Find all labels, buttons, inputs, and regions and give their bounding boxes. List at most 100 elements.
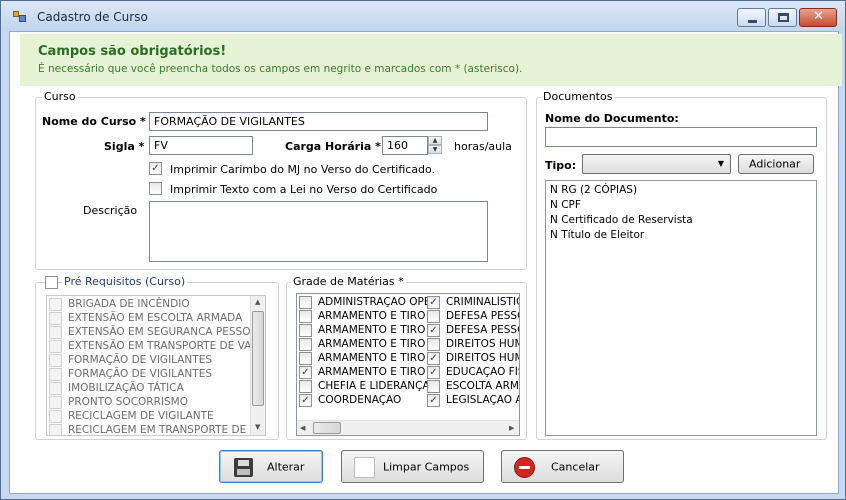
prereq-item-checkbox[interactable] (49, 298, 62, 311)
title-bar[interactable]: Cadastro de Curso ✕ (1, 1, 845, 31)
grade-item-checkbox[interactable]: ✓ (427, 296, 440, 309)
prereq-group: Pré Requisitos (Curso) RECICLAGEM EM TRA… (35, 275, 279, 440)
prereq-item-checkbox[interactable] (49, 312, 62, 325)
scroll-up-icon[interactable]: ▲ (255, 298, 260, 306)
grade-hscrollbar[interactable]: ◀ ▶ (297, 420, 519, 435)
sigla-input[interactable]: FV (149, 136, 253, 155)
prereq-item[interactable]: FORMAÇÃO DE VIGILANTES (49, 368, 249, 382)
grade-item-checkbox[interactable] (427, 338, 440, 351)
nome-curso-input[interactable]: FORMAÇÃO DE VIGILANTES (149, 112, 488, 131)
prereq-item[interactable]: IMOBILIZAÇÃO TÁTICA (49, 382, 249, 396)
prereq-item-checkbox[interactable] (49, 396, 62, 409)
prereq-item-checkbox[interactable] (49, 354, 62, 367)
grade-item-checkbox[interactable] (299, 338, 312, 351)
prereq-item[interactable]: EXTENSÃO EM TRANSPORTE DE VALORES (49, 340, 265, 354)
grade-item[interactable]: ARMAMENTO E TIRO (299, 310, 427, 324)
prereq-item[interactable]: RECICLAGEM EM TRANSPORTE DE VALORES (49, 424, 265, 435)
adicionar-button[interactable]: Adicionar (738, 154, 814, 174)
grade-item-checkbox[interactable] (427, 380, 440, 393)
prereq-item-checkbox[interactable] (49, 368, 62, 381)
prereq-item[interactable]: PRONTO SOCORRISMO (49, 396, 249, 410)
prereq-item-checkbox[interactable] (49, 382, 62, 395)
prereq-scrollbar[interactable]: ▲ ▼ (250, 296, 265, 435)
tipo-select[interactable]: ▼ (582, 154, 731, 174)
prereq-title: Pré Requisitos (Curso) (62, 275, 188, 288)
documentos-list[interactable]: N RG (2 CÓPIAS) N CPF N Certificado de Res… (545, 180, 817, 436)
grade-item[interactable]: DIREITOS HUMANOS (427, 338, 519, 352)
carga-horaria-input[interactable]: 160 (382, 136, 428, 155)
prereq-item-checkbox[interactable] (49, 340, 62, 353)
prereq-item[interactable]: EXTENSÃO EM ESCOLTA ARMADA (49, 312, 249, 326)
grade-item-label: ARMAMENTO E TIRO (318, 352, 426, 364)
scroll-down-icon[interactable]: ▼ (255, 423, 260, 431)
prereq-item-label: IMOBILIZAÇÃO TÁTICA (68, 382, 184, 394)
lei-checkbox[interactable] (149, 182, 162, 195)
floppy-disk-icon (234, 458, 253, 477)
cancelar-button[interactable]: Cancelar (501, 450, 624, 483)
grade-item[interactable]: ✓ LEGISLAÇÃO APLICADA (427, 394, 519, 408)
grade-item-checkbox[interactable] (299, 296, 312, 309)
maximize-button[interactable] (768, 8, 797, 27)
alterar-button[interactable]: Alterar (219, 450, 323, 483)
grade-item[interactable]: ✓ CRIMINALÍSTICA (427, 296, 519, 310)
grade-item-checkbox[interactable]: ✓ (427, 352, 440, 365)
blank-page-icon (354, 457, 375, 478)
grade-item[interactable]: ✓ DIREITOS HUMANOS (427, 352, 519, 366)
grade-item[interactable]: ADMINISTRAÇÃO OPERACIONAL (299, 296, 427, 310)
grade-item-checkbox[interactable] (299, 352, 312, 365)
prereq-item[interactable]: FORMAÇÃO DE VIGILANTES (49, 354, 249, 368)
documento-item[interactable]: N RG (2 CÓPIAS) (550, 184, 637, 196)
prereq-item-checkbox[interactable] (49, 424, 62, 435)
prereq-list[interactable]: RECICLAGEM EM TRANSPORTE DE VALORES RECIC… (46, 295, 266, 436)
nome-documento-label: Nome do Documento: (545, 112, 679, 125)
prereq-item-checkbox[interactable] (49, 410, 62, 423)
grade-item-checkbox[interactable]: ✓ (299, 394, 312, 407)
grade-item[interactable]: ESCOLTA ARMADA (427, 380, 519, 394)
minimize-button[interactable] (737, 8, 766, 27)
grade-list[interactable]: ✓ LEGISLAÇÃO APLICADA ESCOLTA ARMADA ✓ EDUCA… (296, 293, 520, 436)
grade-item-checkbox[interactable]: ✓ (427, 394, 440, 407)
close-button[interactable]: ✕ (799, 8, 837, 27)
prereq-enable-checkbox[interactable] (45, 276, 58, 289)
grade-item[interactable]: ✓ DEFESA PESSOAL (427, 324, 519, 338)
prereq-item-label: RECICLAGEM EM TRANSPORTE DE VALORES (68, 424, 265, 436)
grade-item[interactable]: ✓ ARMAMENTO E TIRO (299, 366, 427, 380)
grade-item-label: ESCOLTA ARMADA (446, 380, 519, 392)
carga-horaria-stepper[interactable]: ▲ ▼ (428, 136, 442, 155)
grade-item[interactable]: DEFESA PESSOAL (427, 310, 519, 324)
grade-item[interactable]: ✓ COORDENAÇÃO (299, 394, 427, 408)
documento-item[interactable]: N CPF (550, 199, 581, 211)
carimbo-checkbox[interactable]: ✓ (149, 162, 162, 175)
documento-item[interactable]: N Certificado de Reservista (550, 214, 693, 226)
grade-item-checkbox[interactable] (299, 324, 312, 337)
grade-item-label: ADMINISTRAÇÃO OPERACIONAL (318, 296, 427, 308)
stepper-up-icon[interactable]: ▲ (428, 136, 442, 145)
stepper-down-icon[interactable]: ▼ (428, 145, 442, 154)
carimbo-label: Imprimir Carimbo do MJ no Verso do Certi… (170, 163, 436, 176)
grade-item-checkbox[interactable] (427, 310, 440, 323)
grade-item[interactable]: ARMAMENTO E TIRO (299, 352, 427, 366)
grade-item-checkbox[interactable] (299, 310, 312, 323)
scroll-thumb[interactable] (252, 311, 264, 406)
prereq-item[interactable]: BRIGADA DE INCÊNDIO (49, 298, 249, 312)
grade-item-checkbox[interactable]: ✓ (427, 366, 440, 379)
grade-item[interactable]: ARMAMENTO E TIRO (299, 324, 427, 338)
documento-item[interactable]: N Título de Eleitor (550, 229, 644, 241)
close-icon: ✕ (813, 9, 824, 24)
grade-item[interactable]: ✓ EDUCAÇÃO FÍSICA (427, 366, 519, 380)
prereq-item[interactable]: EXTENSÃO EM SEGURANCA PESSOAL (49, 326, 263, 340)
grade-item[interactable]: ARMAMENTO E TIRO (299, 338, 427, 352)
prereq-item-checkbox[interactable] (49, 326, 62, 339)
nome-documento-input[interactable] (545, 127, 817, 147)
grade-item-checkbox[interactable]: ✓ (299, 366, 312, 379)
grade-item-checkbox[interactable]: ✓ (427, 324, 440, 337)
scroll-left-icon[interactable]: ◀ (300, 424, 305, 432)
grade-item[interactable]: CHEFIA E LIDERANÇA (299, 380, 427, 394)
prereq-item[interactable]: RECICLAGEM DE VIGILANTE (49, 410, 249, 424)
course-window: Cadastro de Curso ✕ Campos são obrigatór… (0, 0, 846, 500)
hscroll-thumb[interactable] (313, 422, 341, 434)
grade-item-checkbox[interactable] (299, 380, 312, 393)
scroll-right-icon[interactable]: ▶ (509, 424, 514, 432)
limpar-button[interactable]: Limpar Campos (341, 450, 484, 483)
descricao-textarea[interactable] (149, 201, 488, 262)
